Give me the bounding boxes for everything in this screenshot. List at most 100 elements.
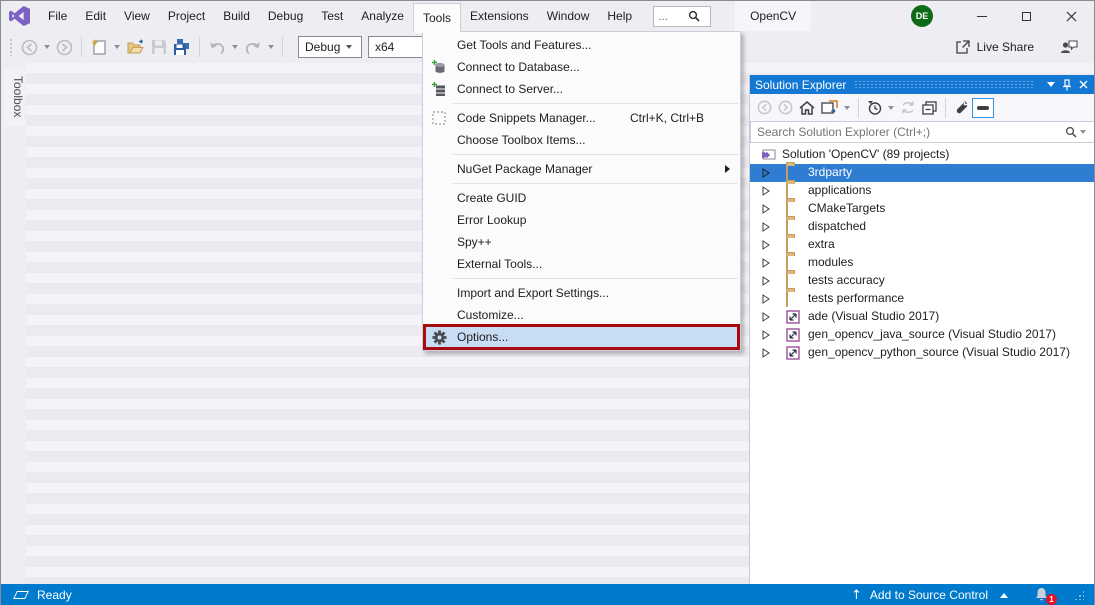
se-switch-views-button[interactable] (818, 97, 841, 119)
menu-file[interactable]: File (39, 1, 76, 31)
se-pending-changes-filter-button[interactable] (864, 97, 885, 119)
menu-item-spy-plus-plus[interactable]: Spy++ (423, 231, 740, 253)
tree-row-3rdparty[interactable]: 3rdparty (750, 164, 1095, 182)
menu-debug[interactable]: Debug (259, 1, 312, 31)
add-to-source-control-button[interactable]: Add to Source Control (870, 588, 988, 602)
folder-icon (786, 292, 802, 306)
send-feedback-icon[interactable] (1060, 39, 1078, 55)
tree-row-solution[interactable]: Solution 'OpenCV' (89 projects) (750, 146, 1095, 164)
maximize-button[interactable] (1004, 1, 1049, 31)
menu-build-label: Build (223, 9, 250, 23)
chevron-right-icon[interactable] (762, 348, 770, 358)
solution-configuration-combo[interactable]: Debug (298, 36, 362, 58)
se-back-button[interactable] (754, 97, 775, 119)
account-avatar[interactable]: DE (911, 5, 933, 27)
menu-item-choose-toolbox-items[interactable]: Choose Toolbox Items... (423, 129, 740, 151)
chevron-right-icon[interactable] (762, 240, 770, 250)
notifications-button[interactable]: 1 (1034, 587, 1052, 603)
menu-item-external-tools[interactable]: External Tools... (423, 253, 740, 275)
chevron-right-icon[interactable] (762, 330, 770, 340)
se-preview-selected-items-button[interactable] (972, 98, 994, 118)
menu-item-options[interactable]: Options... (423, 326, 740, 348)
undo-dropdown-caret[interactable] (232, 45, 238, 49)
menu-item-code-snippets-manager[interactable]: Code Snippets Manager... Ctrl+K, Ctrl+B (423, 107, 740, 129)
menu-tools[interactable]: Tools (413, 3, 461, 31)
pending-changes-caret[interactable] (888, 106, 894, 110)
tree-row-gen-opencv-python-source[interactable]: gen_opencv_python_source (Visual Studio … (750, 344, 1095, 362)
redo-button[interactable] (241, 35, 265, 59)
search-options-caret[interactable] (1080, 130, 1086, 134)
chevron-right-icon[interactable] (762, 168, 770, 178)
menu-bar: File Edit View Project Build Debug Test … (39, 1, 641, 31)
menu-item-customize[interactable]: Customize... (423, 304, 740, 326)
tree-row-applications[interactable]: applications (750, 182, 1095, 200)
navigate-forward-button[interactable] (53, 35, 76, 59)
menu-help[interactable]: Help (598, 1, 641, 31)
auto-hide-pin-button[interactable] (1059, 77, 1075, 93)
menu-window[interactable]: Window (538, 1, 599, 31)
quick-search-input[interactable] (658, 9, 688, 23)
menu-test[interactable]: Test (312, 1, 352, 31)
tree-row-gen-opencv-java-source[interactable]: gen_opencv_java_source (Visual Studio 20… (750, 326, 1095, 344)
menu-item-import-export-settings[interactable]: Import and Export Settings... (423, 282, 740, 304)
close-button[interactable] (1049, 1, 1094, 31)
menu-project[interactable]: Project (159, 1, 214, 31)
back-dropdown-caret[interactable] (44, 45, 50, 49)
chevron-right-icon[interactable] (762, 258, 770, 268)
se-collapse-all-button[interactable] (919, 97, 940, 119)
menu-item-label: Create GUID (457, 191, 526, 205)
chevron-right-icon[interactable] (762, 276, 770, 286)
folder-icon (786, 274, 802, 288)
chevron-right-icon[interactable] (762, 294, 770, 304)
menu-analyze[interactable]: Analyze (352, 1, 413, 31)
tree-row-modules[interactable]: modules (750, 254, 1095, 272)
se-properties-button[interactable] (951, 97, 972, 119)
tree-row-label: modules (808, 255, 853, 269)
undo-button[interactable] (205, 35, 229, 59)
redo-dropdown-caret[interactable] (268, 45, 274, 49)
menu-view[interactable]: View (115, 1, 159, 31)
close-panel-button[interactable] (1075, 77, 1091, 93)
tree-row-extra[interactable]: extra (750, 236, 1095, 254)
solution-explorer-search-box[interactable] (750, 121, 1095, 143)
chevron-right-icon[interactable] (762, 312, 770, 322)
menu-extensions[interactable]: Extensions (461, 1, 538, 31)
tree-row-tests-accuracy[interactable]: tests accuracy (750, 272, 1095, 290)
menu-item-get-tools-and-features[interactable]: Get Tools and Features... (423, 34, 740, 56)
se-sync-with-active-document-button[interactable] (897, 97, 919, 119)
chevron-right-icon[interactable] (762, 186, 770, 196)
menu-build[interactable]: Build (214, 1, 259, 31)
menu-item-error-lookup[interactable]: Error Lookup (423, 209, 740, 231)
solution-explorer-header[interactable]: Solution Explorer (750, 75, 1095, 94)
open-file-button[interactable] (123, 35, 148, 59)
new-project-dropdown-caret[interactable] (114, 45, 120, 49)
tree-row-tests-performance[interactable]: tests performance (750, 290, 1095, 308)
navigate-back-button[interactable] (18, 35, 41, 59)
live-share-button[interactable]: Live Share (954, 39, 1034, 55)
se-forward-button[interactable] (775, 97, 796, 119)
open-folder-icon (126, 39, 145, 55)
tree-row-ade[interactable]: ade (Visual Studio 2017) (750, 308, 1095, 326)
chevron-right-icon[interactable] (762, 222, 770, 232)
menu-item-connect-to-server[interactable]: Connect to Server... (423, 78, 740, 100)
menu-edit[interactable]: Edit (76, 1, 115, 31)
toolbar-drag-handle[interactable] (9, 38, 14, 56)
switch-views-caret[interactable] (844, 106, 850, 110)
tree-row-cmaketargets[interactable]: CMakeTargets (750, 200, 1095, 218)
menu-item-nuget-package-manager[interactable]: NuGet Package Manager (423, 158, 740, 180)
tree-row-dispatched[interactable]: dispatched (750, 218, 1095, 236)
menu-item-create-guid[interactable]: Create GUID (423, 187, 740, 209)
toolbox-tab[interactable]: Toolbox (4, 67, 25, 126)
save-button[interactable] (148, 35, 170, 59)
chevron-right-icon[interactable] (762, 204, 770, 214)
minimize-button[interactable] (959, 1, 1004, 31)
window-position-button[interactable] (1043, 77, 1059, 93)
quick-search-box[interactable] (653, 6, 711, 27)
menu-analyze-label: Analyze (361, 9, 404, 23)
resize-grip[interactable] (1074, 590, 1084, 600)
save-all-button[interactable] (170, 35, 194, 59)
new-project-button[interactable] (87, 35, 111, 59)
menu-item-connect-to-database[interactable]: Connect to Database... (423, 56, 740, 78)
se-home-button[interactable] (796, 97, 818, 119)
solution-explorer-search-input[interactable] (757, 125, 1065, 139)
